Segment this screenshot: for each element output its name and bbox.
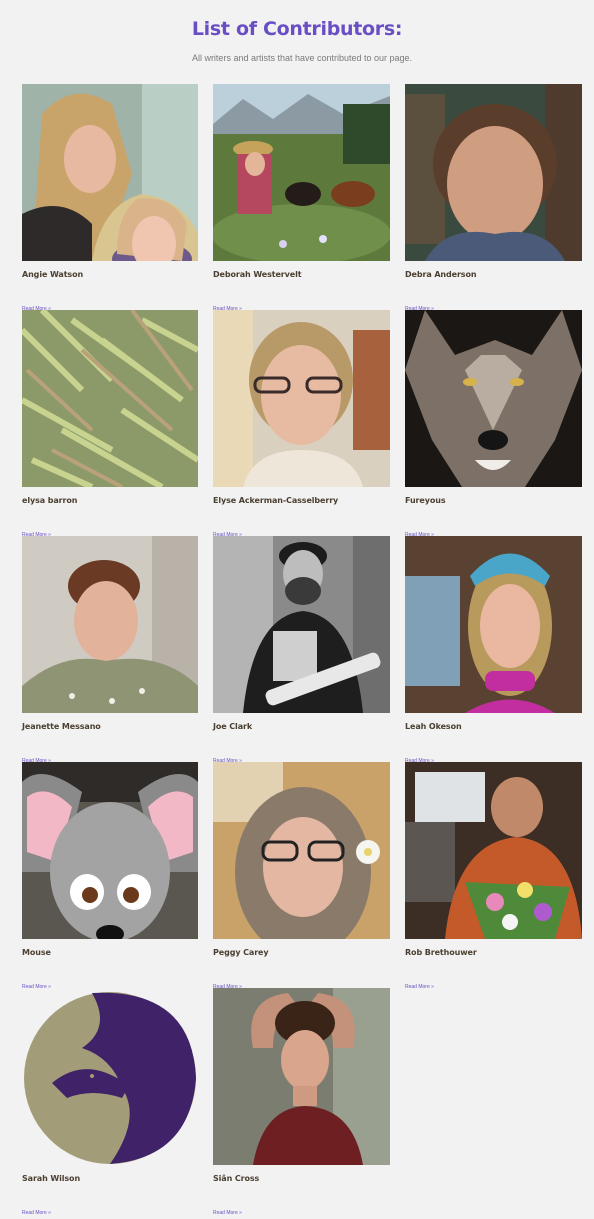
contributor-name[interactable]: Peggy Carey: [213, 948, 390, 957]
contributor-photo[interactable]: [213, 988, 390, 1165]
contributor-photo[interactable]: [405, 536, 582, 713]
contributor-card: Joe Clark Read More »: [213, 536, 390, 764]
contributor-card: Fureyous Read More »: [405, 310, 582, 538]
read-more-link[interactable]: Read More »: [22, 1210, 51, 1216]
contributor-card: Elyse Ackerman-Casselberry Read More »: [213, 310, 390, 538]
contributor-card: Angie Watson Read More »: [22, 84, 198, 312]
contributor-photo[interactable]: [213, 536, 390, 713]
contributor-name[interactable]: Fureyous: [405, 496, 582, 505]
contributor-card: Siân Cross Read More »: [213, 988, 390, 1216]
contributor-name[interactable]: Sarah Wilson: [22, 1174, 198, 1183]
contributor-photo[interactable]: [213, 310, 390, 487]
contributor-card: Jeanette Messano Read More »: [22, 536, 198, 764]
contributor-card: elysa barron Read More »: [22, 310, 198, 538]
contributor-name[interactable]: Deborah Westervelt: [213, 270, 390, 279]
contributor-card: Peggy Carey Read More »: [213, 762, 390, 990]
read-more-link[interactable]: Read More »: [213, 1210, 242, 1216]
contributor-name[interactable]: Jeanette Messano: [22, 722, 198, 731]
contributor-photo[interactable]: [405, 84, 582, 261]
contributor-name[interactable]: Rob Brethouwer: [405, 948, 582, 957]
contributors-grid: Angie Watson Read More » Deborah Westerv…: [22, 84, 582, 1216]
contributor-card: Rob Brethouwer Read More »: [405, 762, 582, 990]
contributor-photo[interactable]: [213, 84, 390, 261]
contributor-name[interactable]: Joe Clark: [213, 722, 390, 731]
contributor-card: Debra Anderson Read More »: [405, 84, 582, 312]
contributor-name[interactable]: Angie Watson: [22, 270, 198, 279]
contributor-card: Deborah Westervelt Read More »: [213, 84, 390, 312]
read-more-link[interactable]: Read More »: [405, 984, 434, 990]
contributor-card: Leah Okeson Read More »: [405, 536, 582, 764]
contributor-name[interactable]: Mouse: [22, 948, 198, 957]
contributor-name[interactable]: Debra Anderson: [405, 270, 582, 279]
contributor-photo[interactable]: [22, 310, 198, 487]
contributor-photo[interactable]: [405, 762, 582, 939]
contributors-page: List of Contributors: All writers and ar…: [0, 0, 594, 1216]
page-title: List of Contributors:: [191, 18, 403, 40]
contributor-card: Sarah Wilson Read More »: [22, 988, 198, 1216]
contributor-name[interactable]: Siân Cross: [213, 1174, 390, 1183]
page-subtitle: All writers and artists that have contri…: [191, 53, 413, 63]
contributor-photo[interactable]: [213, 762, 390, 939]
contributor-photo[interactable]: [405, 310, 582, 487]
contributor-card: Mouse Read More »: [22, 762, 198, 990]
contributor-name[interactable]: elysa barron: [22, 496, 198, 505]
contributor-photo[interactable]: [22, 84, 198, 261]
contributor-photo[interactable]: [22, 988, 198, 1165]
contributor-photo[interactable]: [22, 762, 198, 939]
contributor-photo[interactable]: [22, 536, 198, 713]
contributor-name[interactable]: Leah Okeson: [405, 722, 582, 731]
contributor-name[interactable]: Elyse Ackerman-Casselberry: [213, 496, 390, 505]
